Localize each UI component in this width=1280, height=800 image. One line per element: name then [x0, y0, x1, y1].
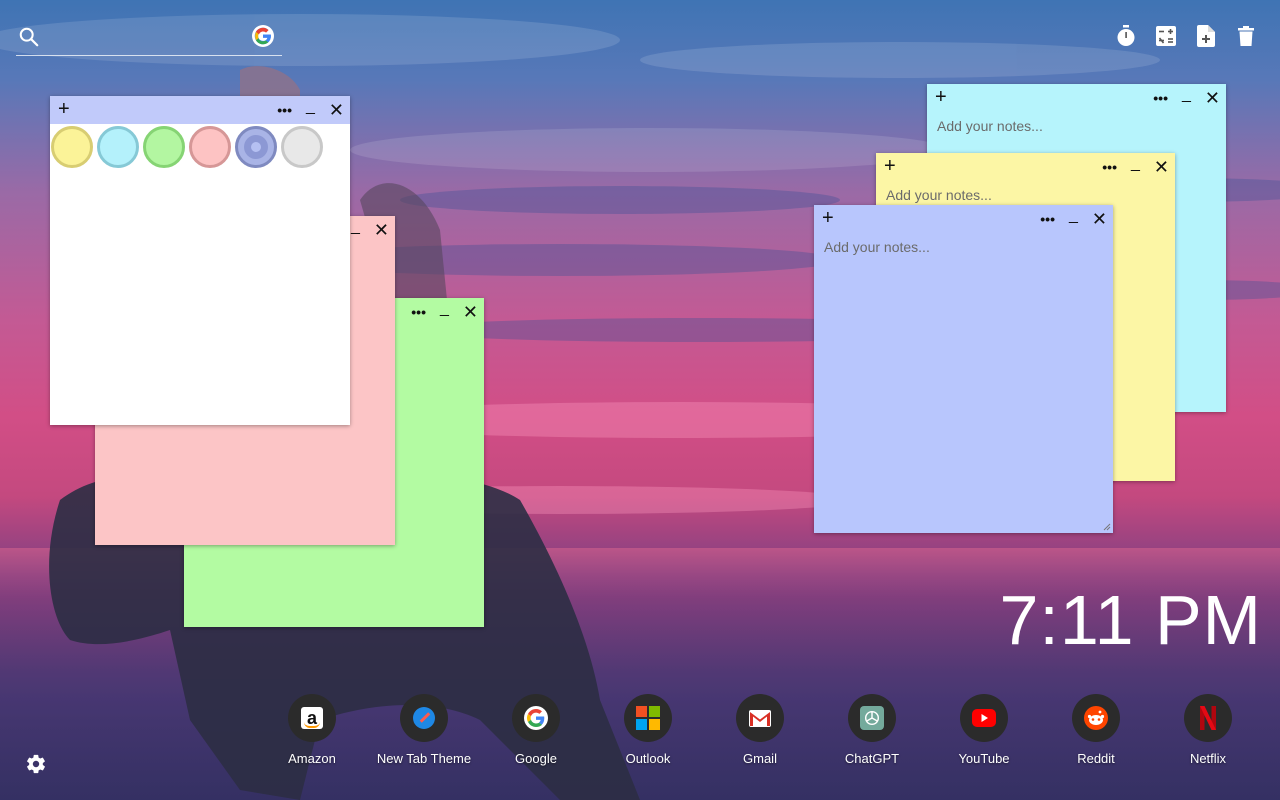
color-swatch-cyan[interactable] — [97, 126, 139, 168]
search-bar — [16, 22, 282, 56]
note-header: + ••• _ ✕ — [876, 153, 1175, 181]
outlook-icon — [624, 694, 672, 742]
toolbar — [1116, 25, 1256, 47]
color-swatch-white[interactable] — [281, 126, 323, 168]
minimize-icon[interactable]: _ — [440, 300, 449, 318]
add-note-icon[interactable]: + — [884, 155, 896, 177]
new-note-icon[interactable] — [1196, 25, 1216, 47]
shortcut-label: YouTube — [958, 751, 1010, 766]
netflix-icon — [1184, 694, 1232, 742]
shortcut-amazon[interactable]: a Amazon — [256, 694, 368, 766]
color-swatch-green[interactable] — [143, 126, 185, 168]
resize-handle-icon[interactable] — [1103, 523, 1111, 531]
trash-icon[interactable] — [1236, 25, 1256, 47]
shortcut-bar: a Amazon New Tab Theme Google Outlook Gm… — [256, 694, 1264, 766]
more-options-icon[interactable]: ••• — [411, 304, 426, 320]
shortcut-reddit[interactable]: Reddit — [1040, 694, 1152, 766]
more-options-icon[interactable]: ••• — [1040, 211, 1055, 227]
reddit-icon — [1072, 694, 1120, 742]
youtube-icon — [960, 694, 1008, 742]
shortcut-label: Reddit — [1077, 751, 1115, 766]
gmail-icon — [736, 694, 784, 742]
more-options-icon[interactable]: ••• — [277, 102, 292, 118]
shortcut-netflix[interactable]: Netflix — [1152, 694, 1264, 766]
settings-gear-icon[interactable] — [25, 753, 47, 780]
shortcut-label: Amazon — [288, 751, 336, 766]
color-swatch-yellow[interactable] — [51, 126, 93, 168]
close-icon[interactable]: ✕ — [329, 100, 344, 121]
shortcut-label: New Tab Theme — [376, 751, 472, 766]
close-icon[interactable]: ✕ — [463, 302, 478, 323]
google-search-icon[interactable] — [252, 25, 274, 47]
search-input[interactable] — [50, 26, 254, 52]
minimize-icon[interactable]: _ — [306, 98, 315, 116]
shortcut-chatgpt[interactable]: ChatGPT — [816, 694, 928, 766]
shortcut-google[interactable]: Google — [480, 694, 592, 766]
add-note-icon[interactable]: + — [935, 86, 947, 108]
timer-icon[interactable] — [1116, 25, 1136, 47]
shortcut-youtube[interactable]: YouTube — [928, 694, 1040, 766]
color-palette — [50, 124, 350, 170]
sticky-note-palette[interactable]: + ••• _ ✕ — [50, 96, 350, 425]
add-note-icon[interactable]: + — [58, 98, 70, 120]
minimize-icon[interactable]: _ — [1069, 207, 1078, 225]
add-note-icon[interactable]: + — [822, 207, 834, 229]
note-placeholder[interactable]: Add your notes... — [937, 118, 1043, 134]
close-icon[interactable]: ✕ — [1092, 209, 1107, 230]
more-options-icon[interactable]: ••• — [1153, 90, 1168, 106]
search-icon[interactable] — [18, 26, 40, 48]
close-icon[interactable]: ✕ — [374, 220, 389, 241]
note-body: Add your notes... — [814, 233, 1113, 261]
color-swatch-blue-selected[interactable] — [235, 126, 277, 168]
note-placeholder[interactable]: Add your notes... — [824, 239, 930, 255]
minimize-icon[interactable]: _ — [1131, 155, 1140, 173]
selected-indicator-icon — [244, 135, 268, 159]
sticky-note-blue[interactable]: + ••• _ ✕ Add your notes... — [814, 205, 1113, 533]
new-tab-theme-icon — [400, 694, 448, 742]
note-body: Add your notes... — [927, 112, 1226, 140]
shortcut-gmail[interactable]: Gmail — [704, 694, 816, 766]
color-swatch-pink[interactable] — [189, 126, 231, 168]
shortcut-label: ChatGPT — [844, 751, 900, 766]
clock: 7:11 PM — [999, 581, 1262, 659]
shortcut-label: Netflix — [1189, 751, 1227, 766]
minimize-icon[interactable]: _ — [351, 218, 360, 236]
minimize-icon[interactable]: _ — [1182, 86, 1191, 104]
note-header: + ••• _ ✕ — [814, 205, 1113, 233]
shortcut-outlook[interactable]: Outlook — [592, 694, 704, 766]
calculator-icon[interactable] — [1156, 25, 1176, 47]
note-placeholder[interactable]: Add your notes... — [886, 187, 992, 203]
shortcut-label: Google — [515, 751, 557, 766]
note-header: + ••• _ ✕ — [927, 84, 1226, 112]
more-options-icon[interactable]: ••• — [1102, 159, 1117, 175]
shortcut-label: Outlook — [625, 751, 671, 766]
close-icon[interactable]: ✕ — [1154, 157, 1169, 178]
google-icon — [512, 694, 560, 742]
shortcut-new-tab-theme[interactable]: New Tab Theme — [368, 694, 480, 766]
amazon-icon: a — [288, 694, 336, 742]
chatgpt-icon — [848, 694, 896, 742]
shortcut-label: Gmail — [743, 751, 777, 766]
note-header: + ••• _ ✕ — [50, 96, 350, 124]
close-icon[interactable]: ✕ — [1205, 88, 1220, 109]
